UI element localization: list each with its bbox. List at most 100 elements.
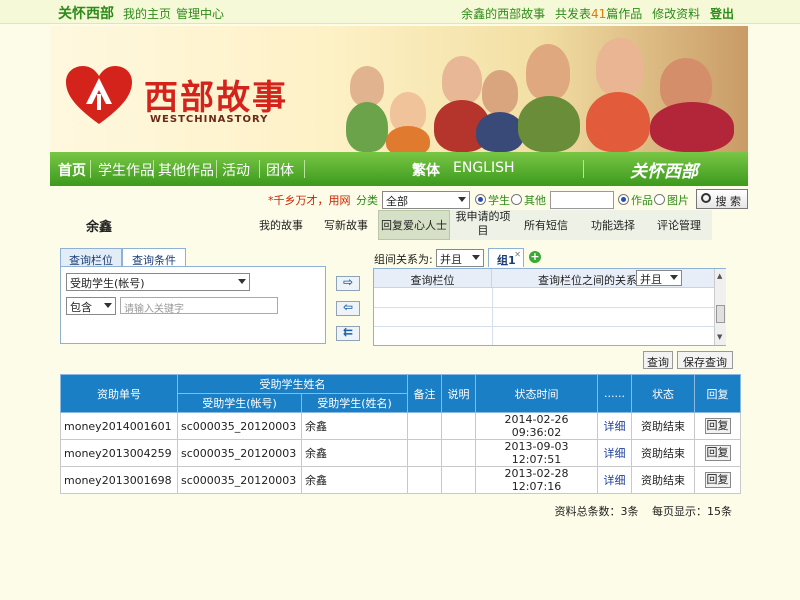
scroll-down-icon[interactable]: ▼	[717, 333, 722, 341]
per-page-count: 每页显示：15条	[652, 505, 732, 518]
radio-other[interactable]	[511, 194, 522, 205]
cell-id: money2013004259	[60, 439, 178, 467]
arrow-left-icon: ⇦	[342, 300, 354, 314]
search-button[interactable]: 搜 索	[696, 189, 748, 209]
site-brand-link[interactable]: 关怀西部	[58, 3, 114, 23]
cell-name: 余鑫	[301, 412, 408, 440]
close-icon[interactable]: ✕	[514, 250, 521, 259]
nav-divider	[153, 160, 154, 178]
menu-comment-admin[interactable]: 评论管理	[654, 217, 704, 233]
search-keyword-input[interactable]	[550, 191, 614, 209]
user-name: 余鑫	[86, 220, 113, 235]
add-group-icon[interactable]: +	[529, 251, 541, 263]
tab-query-conditions[interactable]: 查询条件	[122, 248, 186, 267]
cell-time: 2013-02-28 12:07:16	[475, 466, 598, 494]
english-link[interactable]: ENGLISH	[453, 160, 515, 176]
category-select[interactable]: 全部	[382, 191, 470, 209]
published-prefix: 共发表	[555, 7, 592, 21]
query-button[interactable]: 查询	[643, 351, 673, 369]
radio-pictures-label: 图片	[667, 194, 689, 207]
cell-name: 余鑫	[301, 439, 408, 467]
tab-query-fields[interactable]: 查询栏位	[60, 248, 122, 267]
chevron-down-icon	[472, 255, 480, 260]
pagination-info: 资料总条数：3条 每页显示：15条	[555, 503, 733, 519]
col-header-note: 备注	[407, 374, 442, 413]
cell-explain	[441, 412, 476, 440]
category-select-value: 全部	[386, 195, 408, 208]
operator-select[interactable]: 包含	[66, 297, 116, 315]
chevron-down-icon	[458, 197, 466, 202]
col-header-dots: ......	[597, 374, 632, 413]
total-count: 资料总条数：3条	[554, 505, 639, 518]
grid-scrollbar[interactable]: ▲ ▼	[714, 269, 726, 345]
admin-center-link[interactable]: 管理中心	[176, 5, 224, 22]
col-header-explain: 说明	[441, 374, 476, 413]
group-relation-select[interactable]: 并且	[436, 249, 484, 267]
menu-my-projects[interactable]: 我申请的项目	[454, 210, 512, 238]
nav-item-groups[interactable]: 团体	[266, 160, 294, 180]
menu-reply-donors[interactable]: 回复爱心人士	[378, 210, 450, 240]
logo-subtitle: WESTCHINASTORY	[150, 114, 269, 125]
cell-note	[407, 439, 442, 467]
double-arrow-left-icon: ⇇	[342, 325, 354, 339]
search-icon	[701, 193, 711, 203]
traditional-chinese-link[interactable]: 繁体	[412, 160, 440, 180]
calligraphy-signature: 关怀西部	[630, 162, 698, 182]
reply-button[interactable]: 回复	[704, 472, 731, 488]
cell-status: 资助结束	[631, 466, 695, 494]
radio-student-label: 学生	[488, 194, 510, 207]
grid-relation-select[interactable]: 并且	[636, 270, 682, 286]
table-row: money2013001698 sc000035_20120003 余鑫 201…	[60, 466, 741, 494]
cell-status: 资助结束	[631, 439, 695, 467]
nav-item-other-works[interactable]: 其他作品	[158, 160, 214, 180]
menu-all-messages[interactable]: 所有短信	[522, 217, 570, 233]
nav-item-home[interactable]: 首页	[58, 160, 86, 180]
user-links: 余鑫的西部故事 共发表41篇作品 修改资料 登出	[461, 5, 734, 22]
menu-function-select[interactable]: 功能选择	[588, 217, 638, 233]
category-label: 分类	[356, 194, 378, 207]
reply-button[interactable]: 回复	[704, 418, 731, 434]
cell-account: sc000035_20120003	[177, 439, 302, 467]
save-query-button[interactable]: 保存查询	[677, 351, 733, 369]
scroll-thumb[interactable]	[716, 305, 725, 323]
detail-link[interactable]: 详细	[604, 447, 626, 460]
logout-link[interactable]: 登出	[710, 7, 734, 21]
remove-condition-button[interactable]: ⇦	[336, 300, 360, 316]
nav-item-activities[interactable]: 活动	[222, 160, 250, 180]
chevron-down-icon	[238, 279, 246, 284]
scroll-up-icon[interactable]: ▲	[717, 272, 722, 280]
keyword-input[interactable]: 请输入关键字	[120, 297, 278, 315]
cell-account: sc000035_20120003	[177, 466, 302, 494]
main-nav: 首页 学生作品 其他作品 活动 团体 繁体 ENGLISH 关怀西部	[50, 152, 748, 186]
group-relation-label: 组间关系为:	[374, 253, 433, 266]
radio-works[interactable]	[618, 194, 629, 205]
my-homepage-link[interactable]: 我的主页	[123, 5, 171, 22]
add-condition-button[interactable]: ⇨	[336, 275, 360, 291]
nav-divider	[216, 160, 217, 178]
clear-conditions-button[interactable]: ⇇	[336, 325, 360, 341]
cell-explain	[441, 466, 476, 494]
menu-write-story[interactable]: 写新故事	[323, 217, 369, 233]
condition-grid-header: 查询栏位 查询栏位之间的关系: 并且	[374, 269, 714, 288]
operator-select-value: 包含	[70, 301, 92, 314]
col-header-student-name: 受助学生(姓名)	[301, 393, 408, 413]
nav-item-student-works[interactable]: 学生作品	[98, 160, 154, 180]
cell-status: 资助结束	[631, 412, 695, 440]
edit-profile-link[interactable]: 修改资料	[652, 7, 700, 21]
reply-button[interactable]: 回复	[704, 445, 731, 461]
field-select[interactable]: 受助学生(帐号)	[66, 273, 250, 291]
col-header-id: 资助单号	[60, 374, 178, 413]
grid-row-line	[374, 307, 714, 308]
nav-divider	[90, 160, 91, 178]
radio-student[interactable]	[475, 194, 486, 205]
detail-link[interactable]: 详细	[604, 420, 626, 433]
user-story-link[interactable]: 余鑫的西部故事	[461, 7, 545, 21]
table-row: money2013004259 sc000035_20120003 余鑫 201…	[60, 439, 741, 467]
cell-time: 2013-09-03 12:07:51	[475, 439, 598, 467]
radio-pictures[interactable]	[654, 194, 665, 205]
menu-my-stories[interactable]: 我的故事	[258, 217, 304, 233]
table-row: money2014001601 sc000035_20120003 余鑫 201…	[60, 412, 741, 440]
group-tab[interactable]: 组1 ✕	[488, 248, 524, 267]
grid-row-line	[374, 326, 714, 327]
detail-link[interactable]: 详细	[604, 474, 626, 487]
